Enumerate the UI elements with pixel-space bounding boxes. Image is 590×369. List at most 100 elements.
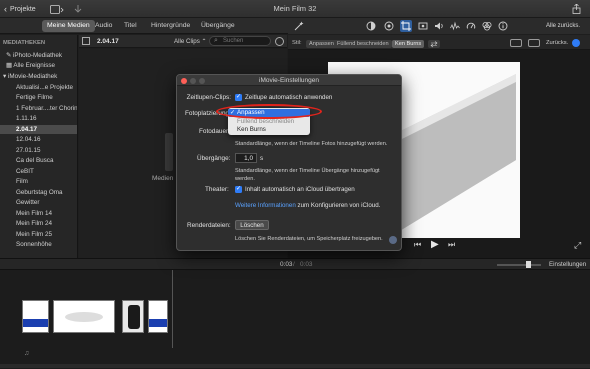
sidebar-item-event-selected[interactable]: 2.04.17 xyxy=(0,124,77,134)
transitions-note: Standardlänge, wenn der Timeline Übergän… xyxy=(235,168,380,182)
magic-wand-icon[interactable] xyxy=(294,21,304,33)
photo-placement-label: Fotoplatzierung xyxy=(185,110,230,117)
photo-duration-note: Standardlänge, wenn der Timeline Fotos h… xyxy=(235,141,388,147)
theater-option: Inhalt automatisch an iCloud übertragen xyxy=(245,186,355,193)
timeline-clip[interactable] xyxy=(22,300,49,333)
photo-duration-label: Fotodauer xyxy=(199,128,229,135)
timeline-clip[interactable] xyxy=(148,300,168,333)
photo-placement-menu: ✓ Anpassen Füllend beschneiden Ken Burns xyxy=(228,108,310,135)
help-icon[interactable] xyxy=(389,236,397,244)
rotate-right-icon[interactable] xyxy=(528,39,540,47)
sidebar-item-event[interactable]: Ca del Busca xyxy=(0,156,77,165)
window-title: Mein Film 32 xyxy=(273,4,317,13)
more-info-link[interactable]: Weitere Informationen xyxy=(235,202,296,209)
crop-fit-button[interactable]: Anpassen xyxy=(306,40,337,48)
timeline-settings-button[interactable]: Einstellungen xyxy=(549,261,586,268)
settings-gear-icon[interactable] xyxy=(275,37,284,46)
crop-icon[interactable] xyxy=(400,20,412,32)
timecode-current: 0:03 xyxy=(280,261,293,268)
clip-filter-select[interactable]: Alle Clips ⌃ xyxy=(174,38,207,45)
crop-style-label: Stil: xyxy=(292,40,302,46)
sidebar-toggle-icon[interactable] xyxy=(82,37,90,45)
volume-icon[interactable] xyxy=(434,21,444,33)
slow-motion-checkbox[interactable]: ✓ xyxy=(235,94,242,101)
sidebar-item-event[interactable]: CeBIT xyxy=(0,167,77,176)
zoom-slider-thumb[interactable] xyxy=(526,261,531,268)
sidebar-item-event[interactable]: Mein Film 25 xyxy=(0,230,77,239)
delete-render-files-button[interactable]: Löschen xyxy=(235,220,269,230)
timeline-scrollbar[interactable] xyxy=(0,364,590,368)
skip-forward-icon[interactable]: ⏭ xyxy=(448,240,455,250)
search-placeholder: Suchen xyxy=(223,38,244,44)
browser-toolbar: 2.04.17 Alle Clips ⌃ ⌕ Suchen xyxy=(79,35,287,48)
rotate-left-icon[interactable] xyxy=(510,39,522,47)
swap-icon[interactable] xyxy=(428,40,440,48)
libraries-header: MEDIATHEKEN xyxy=(3,40,46,46)
color-balance-icon[interactable] xyxy=(366,21,376,33)
sidebar-item-iphoto[interactable]: ✎ iPhoto-Mediathek xyxy=(0,51,77,60)
close-window-icon[interactable] xyxy=(181,77,187,84)
crop-style-bar: Stil: Anpassen Füllend beschneiden Ken B… xyxy=(288,35,590,50)
fullscreen-icon[interactable]: ⤢ xyxy=(574,240,581,251)
menu-option-ken-burns[interactable]: Ken Burns xyxy=(228,126,310,134)
sidebar-item-event[interactable]: Sonnenhöhe xyxy=(0,240,77,249)
libraries-sidebar: MEDIATHEKEN ✎ iPhoto-Mediathek ▦ Alle Er… xyxy=(0,35,78,258)
transitions-label: Übergänge: xyxy=(197,155,231,162)
sidebar-item-updated-projects[interactable]: Aktualisi...e Projekte xyxy=(0,83,77,92)
theater-checkbox[interactable]: ✓ xyxy=(235,186,242,193)
menu-option-fill[interactable]: Füllend beschneiden xyxy=(228,118,310,126)
play-icon[interactable]: ▶ xyxy=(431,239,439,250)
transitions-duration-input[interactable]: 1,0 xyxy=(235,153,257,163)
sidebar-item-all-events[interactable]: ▦ Alle Ereignisse xyxy=(0,61,77,70)
sidebar-item-event[interactable]: Film xyxy=(0,177,77,186)
info-icon[interactable] xyxy=(498,21,508,33)
more-info-text: zum Konfigurieren von iCloud. xyxy=(297,202,381,209)
crop-fill-button[interactable]: Füllend beschneiden xyxy=(334,40,392,48)
checkmark-icon: ✓ xyxy=(230,109,236,116)
transitions-unit: s xyxy=(260,155,264,162)
stabilization-icon[interactable] xyxy=(418,21,428,33)
tab-audio[interactable]: Audio xyxy=(90,20,117,32)
apply-check-icon[interactable] xyxy=(572,39,580,47)
tab-transitions[interactable]: Übergänge xyxy=(196,20,240,32)
title-bar: ‹ Projekte Mein Film 32 xyxy=(0,0,590,18)
sidebar-item-event[interactable]: 27.01.15 xyxy=(0,146,77,155)
tab-my-media[interactable]: Meine Medien xyxy=(42,20,95,32)
playhead[interactable] xyxy=(172,270,173,348)
camera-icon: ✎ xyxy=(6,52,14,59)
sidebar-item-imovie-library[interactable]: ▾ iMovie-Mediathek xyxy=(0,72,77,81)
noise-reduction-icon[interactable] xyxy=(450,21,460,33)
share-icon[interactable] xyxy=(572,3,581,15)
timeline-clip-mouse[interactable] xyxy=(53,300,115,333)
search-field[interactable]: ⌕ Suchen xyxy=(209,36,271,46)
icloud-info: Weitere Informationen zum Konfigurieren … xyxy=(235,202,380,209)
clip-thumbnail[interactable] xyxy=(165,133,173,171)
preferences-dialog: iMovie-Einstellungen Zeitlupen-Clips: ✓ … xyxy=(176,74,402,251)
sidebar-item-event[interactable]: Gewitter xyxy=(0,198,77,207)
sidebar-item-event[interactable]: 1.11.16 xyxy=(0,114,77,123)
slow-motion-label: Zeitlupen-Clips: xyxy=(186,94,231,101)
event-title: 2.04.17 xyxy=(97,38,119,45)
speed-icon[interactable] xyxy=(466,21,476,33)
render-files-label: Renderdateien: xyxy=(187,222,231,229)
reset-all-button[interactable]: Alle zurücks. xyxy=(546,23,580,29)
sidebar-item-event[interactable]: Mein Film 14 xyxy=(0,209,77,218)
tab-titles[interactable]: Titel xyxy=(119,20,142,32)
tab-backgrounds[interactable]: Hintergründe xyxy=(146,20,195,32)
timeline-clip-device[interactable] xyxy=(122,300,144,333)
sidebar-item-event[interactable]: Mein Film 24 xyxy=(0,219,77,228)
sidebar-item-event[interactable]: 12.04.16 xyxy=(0,135,77,144)
clip-filter-icon[interactable] xyxy=(482,21,492,33)
sidebar-item-event[interactable]: Geburtstag Oma xyxy=(0,188,77,197)
music-note-icon: ♫ xyxy=(24,350,30,357)
skip-back-icon[interactable]: ⏮ xyxy=(414,240,421,250)
menu-option-fit[interactable]: ✓ Anpassen xyxy=(228,109,310,117)
timeline-bar: 0:03 / 0:03 Einstellungen xyxy=(0,258,590,270)
sidebar-item-finished-films[interactable]: Fertige Filme xyxy=(0,93,77,102)
sidebar-item-event[interactable]: 1 Februar....ter Chorin xyxy=(0,104,77,113)
zoom-slider[interactable] xyxy=(497,264,541,266)
media-caption: Medien xyxy=(152,175,174,182)
crop-reset-button[interactable]: Zurücks. xyxy=(546,40,568,46)
color-correction-icon[interactable] xyxy=(384,21,394,33)
crop-ken-burns-button[interactable]: Ken Burns xyxy=(392,40,425,48)
